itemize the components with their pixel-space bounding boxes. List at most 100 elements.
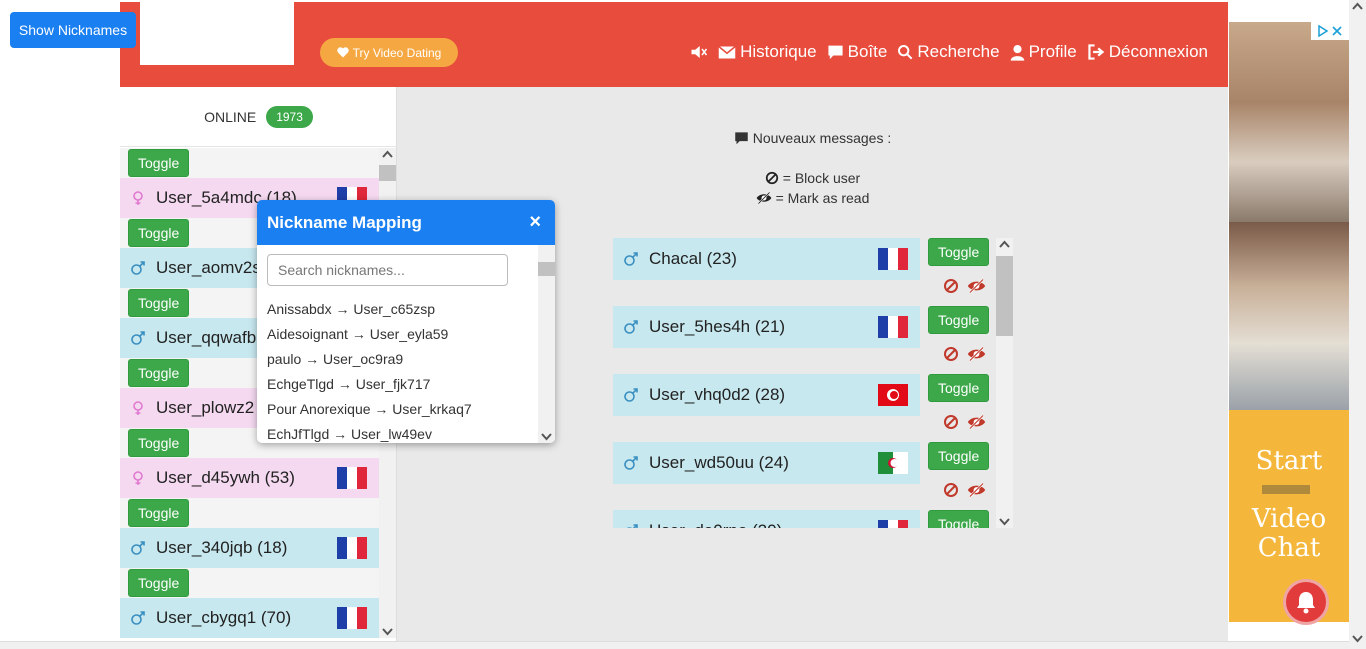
toggle-button[interactable]: Toggle — [928, 510, 990, 528]
legend-block: = Block user — [397, 170, 1228, 186]
user-list-scroll-thumb[interactable] — [379, 165, 396, 181]
conversation-name: Chacal (23) — [649, 249, 737, 268]
conversation-row[interactable]: Chacal (23) Toggle — [613, 238, 993, 306]
nickname-search-input[interactable] — [267, 254, 508, 286]
block-user-icon[interactable] — [943, 278, 959, 294]
flag-tn-icon — [878, 384, 908, 406]
online-label: ONLINE — [204, 108, 257, 125]
mark-as-read-icon[interactable] — [967, 414, 986, 430]
online-user-row[interactable]: User_cbygq1 (70) — [120, 598, 379, 638]
header: Try Video Dating Historique Boîte Recher… — [120, 2, 1228, 87]
block-icon — [765, 171, 778, 185]
mark-as-read-icon[interactable] — [967, 278, 986, 294]
sound-toggle[interactable] — [690, 44, 708, 60]
logo[interactable] — [140, 2, 294, 65]
close-icon — [1332, 26, 1342, 36]
nav-deconnexion[interactable]: Déconnexion — [1087, 42, 1208, 62]
flag-fr-icon — [878, 248, 908, 270]
ad-choices[interactable] — [1311, 22, 1349, 40]
user-name: User_340jqb (18) — [156, 538, 288, 557]
block-user-icon[interactable] — [943, 346, 959, 362]
conversation-name-box[interactable]: Chacal (23) — [613, 238, 920, 280]
ad-text: Start Video Chat — [1229, 447, 1349, 563]
conversation-list[interactable]: Chacal (23) Toggle User_5hes4h (21) Toggle U… — [613, 238, 1013, 528]
conversation-name-box[interactable]: User_wd50uu (24) — [613, 442, 920, 484]
conversation-scroll-thumb[interactable] — [996, 256, 1013, 336]
online-user-row[interactable]: User_340jqb (18) — [120, 528, 379, 568]
scroll-down-icon[interactable] — [996, 514, 1013, 528]
heart-icon — [336, 47, 349, 58]
toggle-button[interactable]: Toggle — [128, 219, 190, 247]
toggle-button[interactable]: Toggle — [928, 238, 990, 266]
mark-as-read-icon[interactable] — [967, 346, 986, 362]
online-user-row[interactable]: User_d45ywh (53) — [120, 458, 379, 498]
nickname-mapping-list: Anissabdx → User_c65zsp Aidesoignant → Us… — [267, 296, 537, 443]
mark-as-read-icon[interactable] — [967, 482, 986, 498]
block-user-icon[interactable] — [943, 482, 959, 498]
scroll-up-icon[interactable] — [996, 238, 1013, 252]
modal-scroll-thumb[interactable] — [538, 262, 555, 276]
toggle-button[interactable]: Toggle — [128, 429, 190, 457]
notification-bell-button[interactable] — [1283, 579, 1329, 625]
eye-slash-icon — [756, 191, 771, 205]
conversation-scrollbar[interactable] — [996, 238, 1013, 528]
conversation-name-box[interactable]: User_5hes4h (21) — [613, 306, 920, 348]
block-user-icon[interactable] — [943, 414, 959, 430]
conversation-row[interactable]: User_5hes4h (21) Toggle — [613, 306, 993, 374]
nav-recherche-label: Recherche — [917, 42, 1000, 61]
nav-boite[interactable]: Boîte — [827, 42, 887, 62]
conversation-row[interactable]: User_vhq0d2 (28) Toggle — [613, 374, 993, 442]
male-icon — [131, 331, 145, 345]
conversation-name-box[interactable]: User_vhq0d2 (28) — [613, 374, 920, 416]
modal-header: Nickname Mapping × — [257, 200, 555, 245]
adchoices-icon — [1318, 25, 1329, 37]
show-nicknames-button[interactable]: Show Nicknames — [10, 12, 136, 48]
try-video-dating-button[interactable]: Try Video Dating — [320, 38, 458, 67]
nav-recherche[interactable]: Recherche — [897, 42, 1000, 62]
nickname-mapping-item: paulo → User_oc9ra9 — [267, 350, 404, 367]
toggle-button[interactable]: Toggle — [128, 499, 190, 527]
nickname-mapping-modal: Nickname Mapping × Anissabdx → User_c65z… — [257, 200, 555, 443]
male-icon — [626, 524, 638, 528]
toggle-button[interactable]: Toggle — [128, 149, 190, 177]
online-header: ONLINE 1973 — [120, 87, 397, 147]
horizontal-scrollbar[interactable] — [0, 641, 1349, 649]
flag-fr-icon — [878, 316, 908, 338]
nav-profile[interactable]: Profile — [1010, 42, 1077, 62]
scroll-down-icon[interactable] — [379, 624, 396, 638]
page-scrollbar[interactable] — [1349, 0, 1366, 649]
conversation-name-box[interactable]: User_de0rpo (20) — [613, 510, 920, 528]
toggle-button[interactable]: Toggle — [128, 289, 190, 317]
toggle-button[interactable]: Toggle — [928, 442, 990, 470]
conversation-row[interactable]: User_de0rpo (20) Toggle — [613, 510, 993, 528]
scroll-down-icon[interactable] — [1349, 631, 1366, 645]
male-icon — [131, 261, 145, 275]
user-icon — [1010, 44, 1024, 61]
female-icon — [133, 401, 143, 415]
toggle-button[interactable]: Toggle — [128, 359, 190, 387]
close-modal-button[interactable]: × — [529, 211, 541, 234]
video-chat-ad[interactable]: Start Video Chat — [1229, 22, 1349, 622]
flag-dz-icon — [878, 452, 908, 474]
toggle-row: Toggle — [120, 498, 379, 528]
conversation-row[interactable]: User_wd50uu (24) Toggle — [613, 442, 993, 510]
modal-scrollbar[interactable] — [538, 245, 555, 443]
scroll-up-icon[interactable] — [379, 148, 396, 162]
bell-icon — [1297, 592, 1315, 614]
toggle-button[interactable]: Toggle — [128, 569, 190, 597]
toggle-button[interactable]: Toggle — [928, 374, 990, 402]
toggle-row: Toggle — [120, 148, 379, 178]
user-name: User_aomv2s — [156, 258, 261, 277]
legend-read-label: = Mark as read — [775, 190, 870, 206]
main-nav: Historique Boîte Recherche Profile Décon… — [690, 42, 1208, 62]
female-icon — [133, 191, 143, 205]
chat-icon — [828, 45, 843, 60]
scroll-up-icon[interactable] — [1349, 0, 1366, 14]
chat-icon — [734, 132, 748, 145]
scroll-down-icon[interactable] — [538, 429, 555, 443]
toggle-button[interactable]: Toggle — [928, 306, 990, 334]
modal-title: Nickname Mapping — [267, 212, 422, 232]
male-icon — [131, 611, 145, 625]
nav-historique[interactable]: Historique — [718, 42, 817, 62]
ad-line-3: Chat — [1257, 533, 1321, 563]
